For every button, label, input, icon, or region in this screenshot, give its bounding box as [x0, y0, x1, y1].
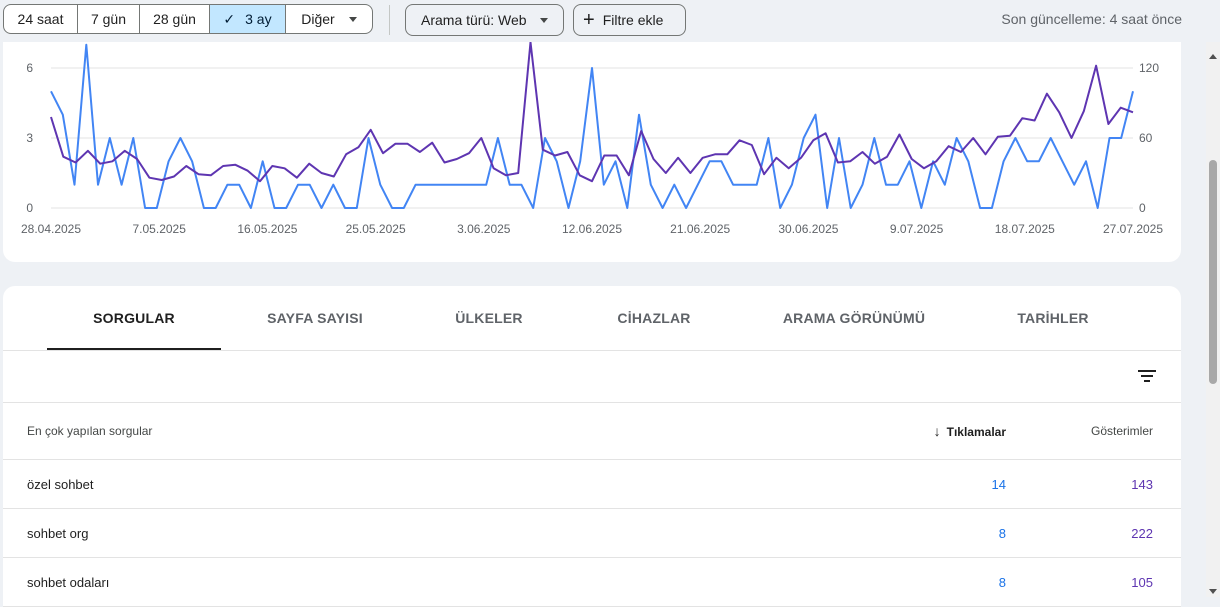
y-right-tick-label: 120 [1139, 61, 1159, 75]
x-tick-label: 28.04.2025 [21, 222, 81, 236]
clicks-value: 14 [991, 477, 1006, 492]
table-row[interactable]: özel sohbet 14 143 [3, 460, 1181, 509]
search-type-dropdown[interactable]: Arama türü: Web [405, 4, 564, 36]
column-header-queries[interactable]: En çok yapılan sorgular [27, 424, 152, 438]
query-text: özel sohbet [27, 477, 94, 492]
filter-icon[interactable] [1137, 366, 1157, 386]
y-left-tick-label: 0 [26, 201, 33, 215]
scroll-up-arrow-icon[interactable] [1209, 54, 1217, 59]
table-row[interactable]: sohbet odaları 8 105 [3, 558, 1181, 607]
table-header: En çok yapılan sorgular ↓ Tıklamalar Göst… [3, 403, 1181, 460]
x-tick-label: 21.06.2025 [670, 222, 730, 236]
x-tick-label: 25.05.2025 [346, 222, 406, 236]
performance-chart-card: 0 3 6 0 60 120 28.04.2025 7.05.2025 16.05.2025 25… [3, 42, 1181, 262]
table-filter-bar [3, 351, 1181, 403]
y-left-tick-label: 3 [26, 131, 33, 145]
clicks-value: 8 [998, 526, 1006, 541]
toolbar: 24 saat 7 gün 28 gün ✓ 3 ay Diğer Arama … [0, 0, 1206, 42]
x-tick-label: 18.07.2025 [995, 222, 1055, 236]
table-row[interactable]: sohbet org 8 222 [3, 509, 1181, 558]
y-right-tick-label: 60 [1139, 131, 1153, 145]
check-icon: ✓ [223, 10, 236, 27]
x-tick-label: 7.05.2025 [133, 222, 187, 236]
impressions-value: 105 [1131, 575, 1153, 590]
query-text: sohbet org [27, 526, 89, 541]
column-header-clicks[interactable]: ↓ Tıklamalar [934, 423, 1006, 439]
range-3m-button[interactable]: ✓ 3 ay [210, 5, 286, 33]
clicks-value: 8 [998, 575, 1006, 590]
x-tick-label: 27.07.2025 [1103, 222, 1163, 236]
tab-pages[interactable]: SAYFA SAYISI [227, 286, 403, 350]
impressions-value: 222 [1131, 526, 1153, 541]
scrollbar-thumb[interactable] [1209, 160, 1217, 384]
clicks-series-line [50, 43, 1134, 209]
column-header-impressions[interactable]: Gösterimler [1091, 424, 1153, 438]
x-tick-label: 30.06.2025 [778, 222, 838, 236]
last-update-text: Son güncelleme: 4 saat önce [1001, 11, 1182, 27]
report-tabs: SORGULAR SAYFA SAYISI ÜLKELER CİHAZLAR A… [3, 286, 1181, 351]
x-tick-label: 16.05.2025 [237, 222, 297, 236]
add-filter-button[interactable]: + Filtre ekle [573, 4, 686, 36]
dropdown-arrow-icon [539, 17, 548, 23]
x-tick-label: 12.06.2025 [562, 222, 622, 236]
x-tick-label: 9.07.2025 [890, 222, 944, 236]
plus-icon: + [583, 9, 595, 31]
tab-search-appearance[interactable]: ARAMA GÖRÜNÜMÜ [755, 286, 953, 350]
sort-arrow-down-icon: ↓ [933, 423, 941, 439]
dropdown-arrow-icon [348, 16, 357, 22]
range-28d-button[interactable]: 28 gün [140, 5, 210, 33]
toolbar-divider [389, 5, 390, 35]
y-left-tick-label: 6 [26, 61, 33, 75]
performance-chart: 03606012028.04.2025 7.05.2025 16.05.2025 25… [21, 42, 1163, 236]
tab-queries[interactable]: SORGULAR [47, 286, 221, 350]
date-range-selector: 24 saat 7 gün 28 gün ✓ 3 ay Diğer [3, 4, 373, 34]
tab-dates[interactable]: TARİHLER [973, 286, 1133, 350]
y-right-tick-label: 0 [1139, 201, 1146, 215]
active-tab-indicator [47, 348, 221, 350]
scroll-down-arrow-icon[interactable] [1209, 589, 1217, 594]
impressions-series-line [50, 42, 1134, 183]
range-7d-button[interactable]: 7 gün [78, 5, 140, 33]
report-table-card: SORGULAR SAYFA SAYISI ÜLKELER CİHAZLAR A… [3, 286, 1181, 607]
impressions-value: 143 [1131, 477, 1153, 492]
tab-devices[interactable]: CİHAZLAR [573, 286, 735, 350]
query-text: sohbet odaları [27, 575, 110, 590]
x-tick-label: 3.06.2025 [457, 222, 511, 236]
tab-countries[interactable]: ÜLKELER [413, 286, 565, 350]
range-other-dropdown[interactable]: Diğer [286, 5, 372, 33]
range-24h-button[interactable]: 24 saat [4, 5, 78, 33]
page-scrollbar[interactable] [1206, 42, 1220, 597]
